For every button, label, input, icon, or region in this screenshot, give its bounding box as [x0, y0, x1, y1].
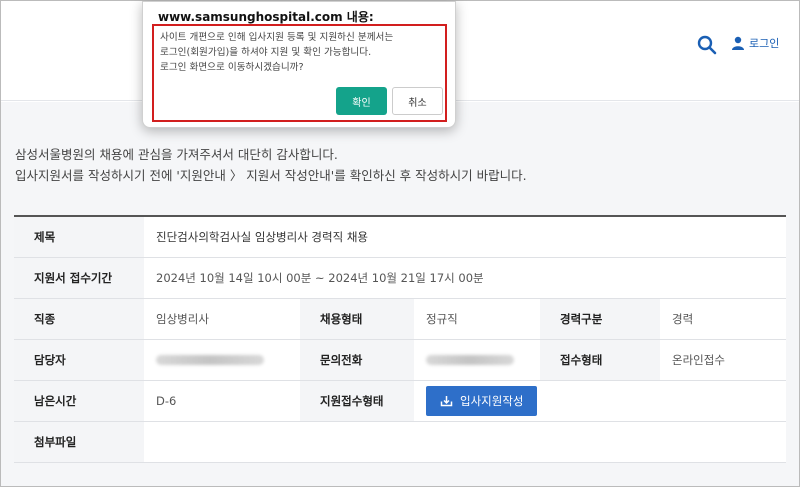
contact-label: 문의전화 [300, 339, 414, 381]
contact-value-redacted [414, 339, 540, 381]
dialog-line-1: 사이트 개편으로 인해 입사지원 등록 및 지원하신 분께서는 [160, 32, 394, 43]
apply-button-label: 입사지원작성 [460, 393, 524, 408]
manager-value-redacted [144, 339, 300, 381]
employment-value: 정규직 [414, 298, 540, 340]
occupation-value: 임상병리사 [144, 298, 300, 340]
intro-line-1: 삼성서울병원의 채용에 관심을 가져주셔서 대단히 감사합니다. [15, 147, 338, 162]
receipt-label: 접수형태 [540, 339, 660, 381]
dialog-line-2: 로그인(회원가입)을 하셔야 지원 및 확인 가능합니다. [160, 47, 372, 58]
attachment-label: 첨부파일 [14, 421, 144, 463]
user-icon [732, 36, 744, 50]
manager-label: 담당자 [14, 339, 144, 381]
remaining-label: 남은시간 [14, 380, 144, 422]
apply-type-label: 지원접수형태 [300, 380, 414, 422]
upload-icon [440, 396, 453, 407]
period-value: 2024년 10월 14일 10시 00분 ~ 2024년 10월 21일 17… [144, 257, 787, 299]
confirm-dialog: www.samsunghospital.com 내용: 사이트 개편으로 인해 … [142, 1, 456, 128]
dialog-highlight-box: 사이트 개편으로 인해 입사지원 등록 및 지원하신 분께서는 로그인(회원가입… [152, 24, 447, 122]
title-label: 제목 [14, 216, 144, 258]
dialog-title: www.samsunghospital.com 내용: [158, 10, 374, 24]
intro-line-2: 입사지원서를 작성하시기 전에 '지원안내 〉 지원서 작성안내'를 확인하신 … [15, 168, 527, 183]
title-value: 진단검사의학검사실 임상병리사 경력직 채용 [144, 216, 787, 258]
apply-type-cell: 입사지원작성 [414, 380, 787, 422]
cancel-button[interactable]: 취소 [392, 87, 443, 115]
login-label: 로그인 [749, 37, 780, 50]
ok-button[interactable]: 확인 [336, 87, 387, 115]
attachment-value [144, 421, 787, 463]
dialog-line-3: 로그인 화면으로 이동하시겠습니까? [160, 62, 304, 73]
career-label: 경력구분 [540, 298, 660, 340]
table-row: 직종 임상병리사 채용형태 정규직 경력구분 경력 [14, 298, 787, 340]
intro-text: 삼성서울병원의 채용에 관심을 가져주셔서 대단히 감사합니다. 입사지원서를 … [15, 144, 527, 186]
table-row: 담당자 문의전화 접수형태 온라인접수 [14, 339, 787, 381]
receipt-value: 온라인접수 [660, 339, 787, 381]
table-row: 남은시간 D-6 지원접수형태 입사지원작성 [14, 380, 787, 422]
career-value: 경력 [660, 298, 787, 340]
period-label: 지원서 접수기간 [14, 257, 144, 299]
login-link[interactable]: 로그인 [731, 35, 779, 51]
occupation-label: 직종 [14, 298, 144, 340]
remaining-value: D-6 [144, 380, 300, 422]
table-row: 제목 진단검사의학검사실 임상병리사 경력직 채용 [14, 216, 787, 258]
job-info-table: 제목 진단검사의학검사실 임상병리사 경력직 채용 지원서 접수기간 2024년… [14, 215, 787, 463]
search-icon[interactable] [697, 35, 717, 55]
table-row: 지원서 접수기간 2024년 10월 14일 10시 00분 ~ 2024년 1… [14, 257, 787, 299]
apply-button[interactable]: 입사지원작성 [426, 385, 538, 416]
employment-label: 채용형태 [300, 298, 414, 340]
table-row: 첨부파일 [14, 421, 787, 463]
dialog-message: 사이트 개편으로 인해 입사지원 등록 및 지원하신 분께서는 로그인(회원가입… [160, 30, 393, 75]
